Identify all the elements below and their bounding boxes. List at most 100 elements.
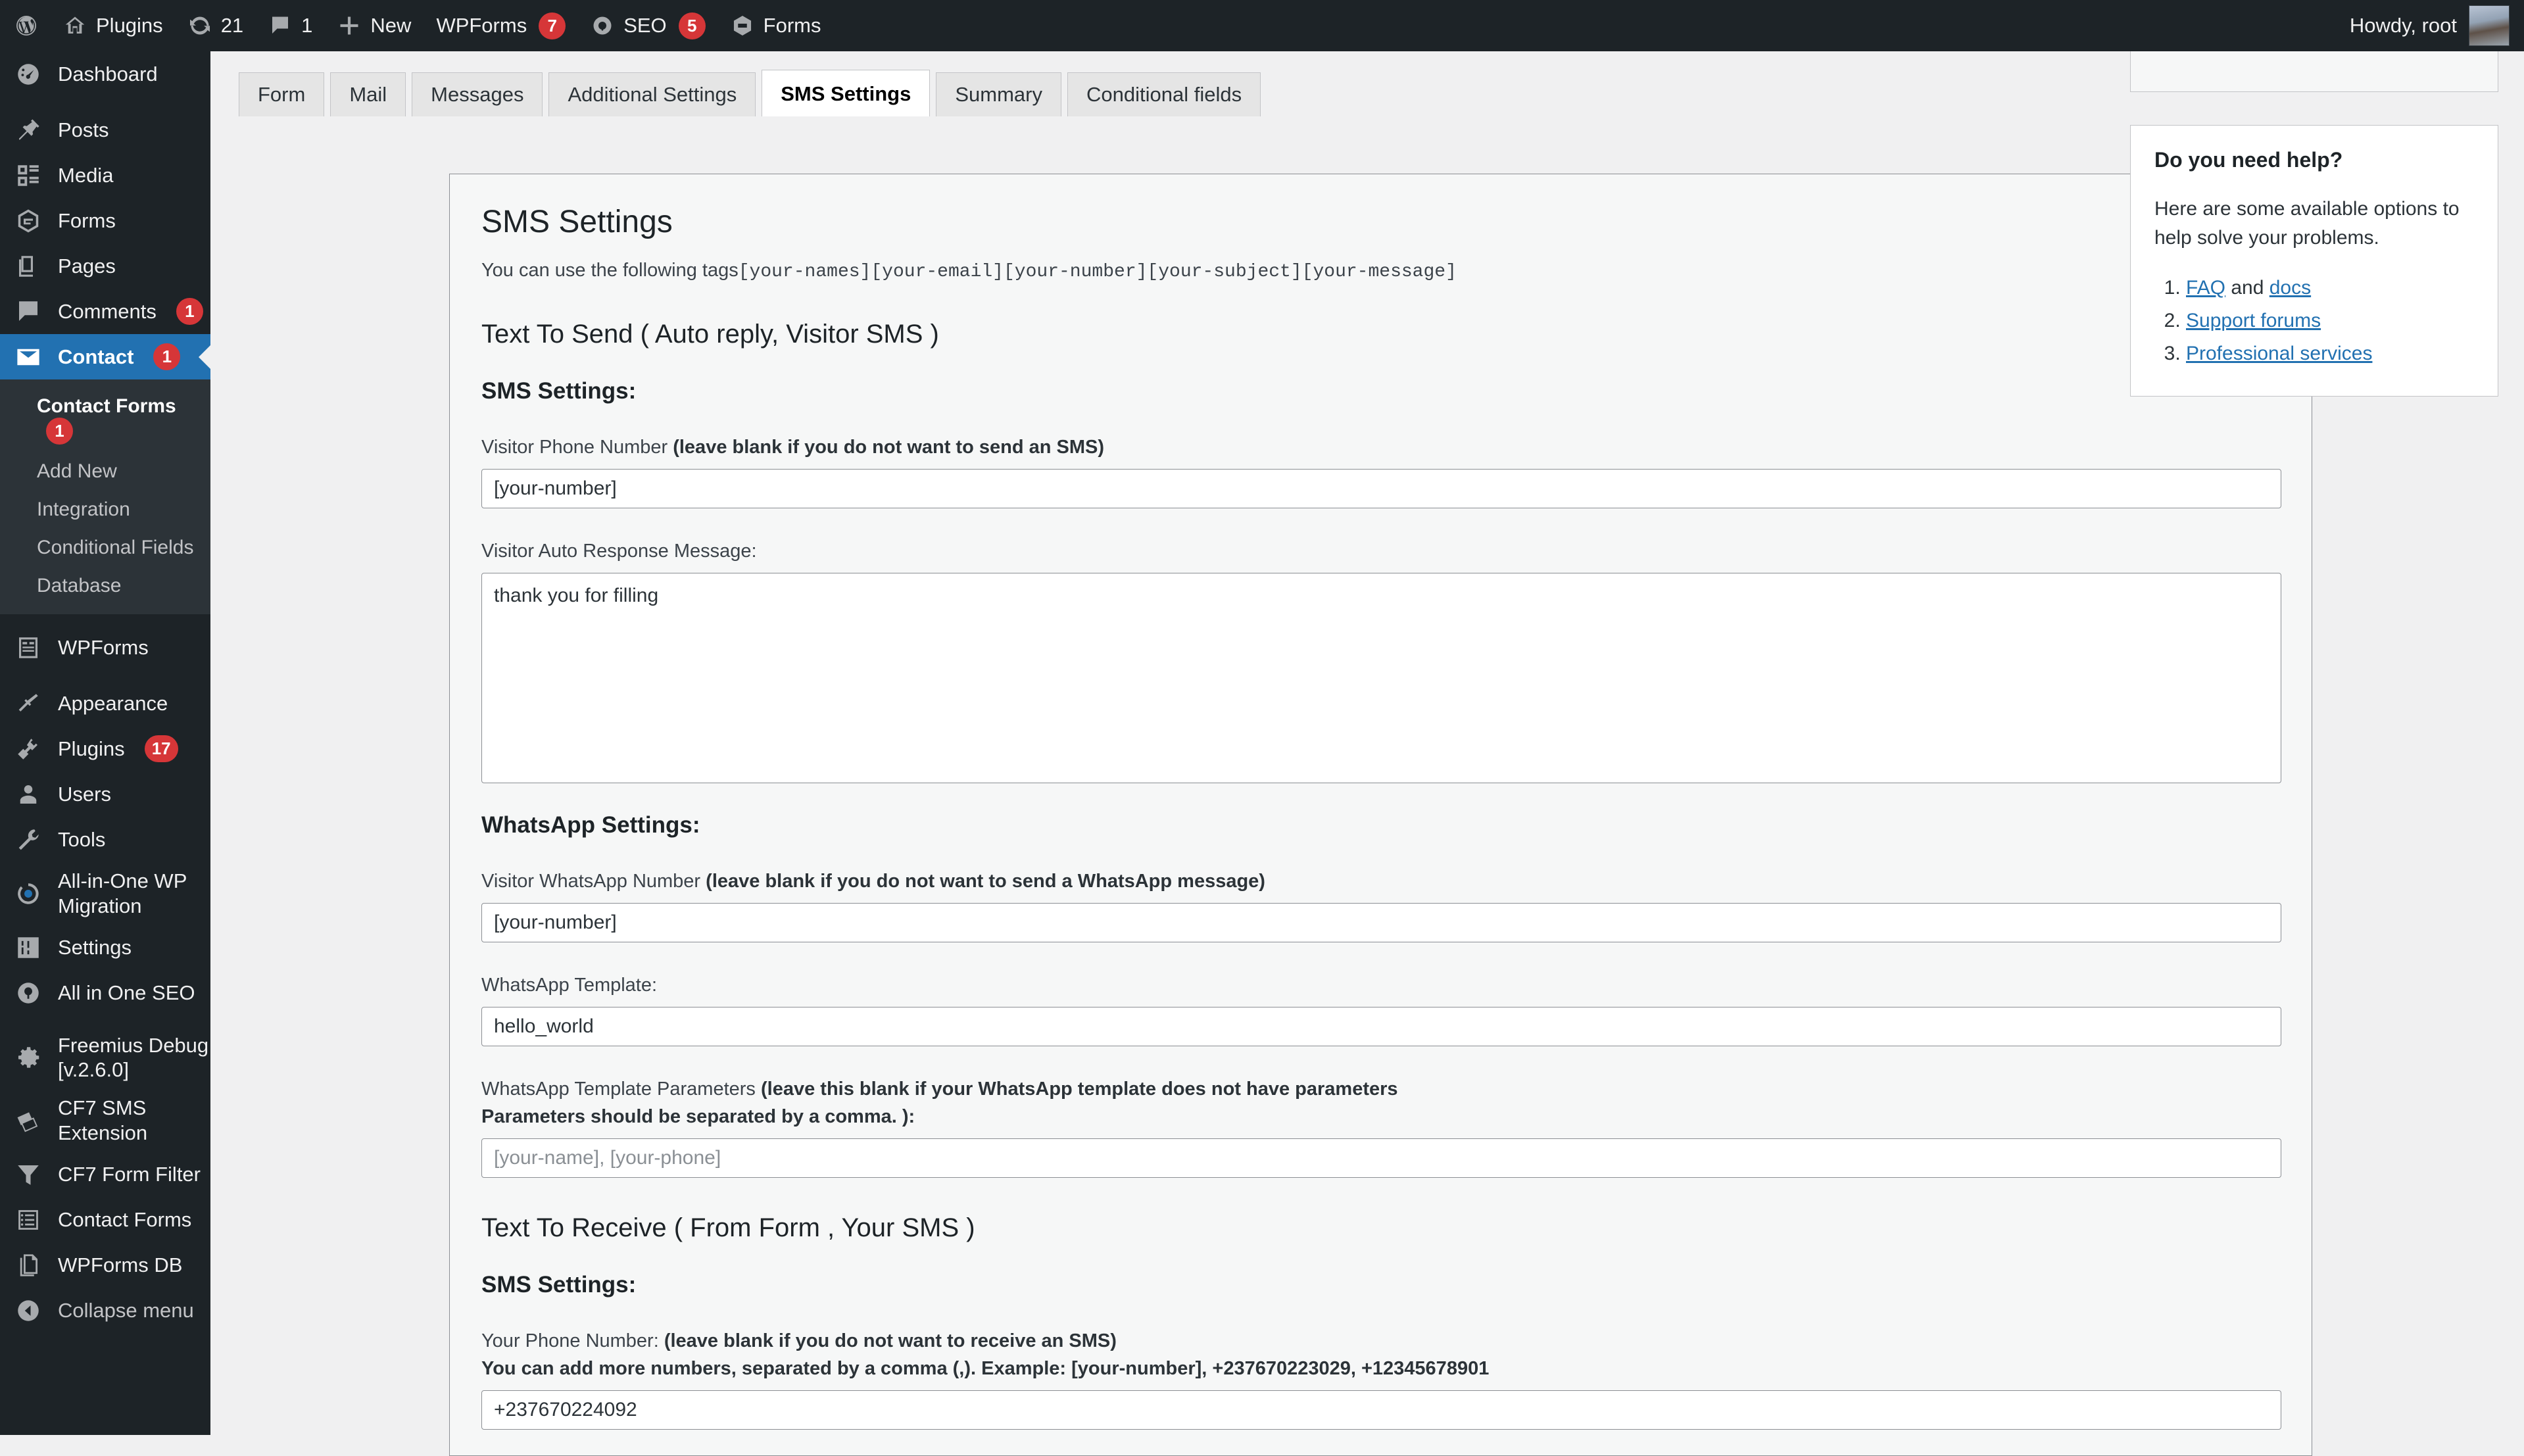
- sidebar-item-dashboard[interactable]: Dashboard: [0, 51, 210, 97]
- sidebar-item-pages[interactable]: Pages: [0, 243, 210, 289]
- tab-sms-settings[interactable]: SMS Settings: [762, 70, 931, 117]
- whatsapp-settings-heading: WhatsApp Settings:: [481, 812, 700, 838]
- sidebar-item-contact[interactable]: Contact 1: [0, 334, 211, 379]
- admin-sidebar: Dashboard Posts Media Forms Pages Commen…: [0, 51, 211, 1435]
- aioseo-icon: [591, 14, 614, 37]
- whatsapp-number-input[interactable]: [481, 903, 2281, 943]
- sidebar-item-contact-forms-plugin[interactable]: Contact Forms: [0, 1198, 210, 1243]
- new-content-label: New: [370, 14, 412, 37]
- visitor-response-label: Visitor Auto Response Message:: [481, 541, 757, 562]
- available-tags-intro: You can use the following tags: [481, 259, 739, 281]
- menu-separator: [0, 670, 210, 681]
- sidebar-item-label: Comments: [58, 299, 157, 323]
- sidebar-item-all-in-one-wp-migration[interactable]: All-in-One WP Migration: [0, 862, 210, 925]
- howdy-button[interactable]: Howdy, root: [2335, 0, 2457, 51]
- sidebar-item-wpforms[interactable]: WPForms: [0, 625, 210, 670]
- sidebar-item-freemius-debug[interactable]: Freemius Debug [v.2.6.0]: [0, 1027, 210, 1090]
- admin-bar: Plugins 21 1 New WPForms 7 SEO 5 Forms H…: [0, 0, 2524, 51]
- tab-messages[interactable]: Messages: [412, 72, 543, 117]
- whatsapp-params-label-plain: WhatsApp Template Parameters: [481, 1079, 761, 1100]
- comments-badge: 1: [176, 298, 203, 325]
- sidebar-item-wpforms-db[interactable]: WPForms DB: [0, 1243, 210, 1288]
- updates-button[interactable]: 21: [176, 0, 256, 51]
- collapse-menu-button[interactable]: Collapse menu: [0, 1288, 210, 1334]
- sidebar-item-all-in-one-seo[interactable]: All in One SEO: [0, 971, 210, 1016]
- page-title: SMS Settings: [481, 205, 673, 239]
- aioseo-icon: [14, 979, 46, 1007]
- submenu-item-contact-forms[interactable]: Contact Forms 1: [0, 387, 210, 452]
- wpforms-admin-label: WPForms: [436, 14, 527, 37]
- seo-admin-button[interactable]: SEO 5: [578, 0, 717, 51]
- visitor-auto-response-textarea[interactable]: [481, 573, 2281, 784]
- sidebar-item-media[interactable]: Media: [0, 153, 210, 198]
- sidebar-item-settings[interactable]: Settings: [0, 925, 210, 971]
- migration-icon: [14, 880, 46, 908]
- forms-icon: [14, 207, 46, 235]
- available-tags-list: [your-names][your-email][your-number][yo…: [738, 261, 1457, 282]
- plugins-icon: [14, 735, 46, 763]
- your-phone-label-bold: (leave blank if you do not want to recei…: [664, 1330, 1117, 1352]
- settings-tabs: Form Mail Messages Additional Settings S…: [239, 69, 1261, 117]
- support-forums-link[interactable]: Support forums: [2186, 310, 2321, 331]
- home-icon: [63, 14, 87, 37]
- chevron-left-icon: [14, 1297, 46, 1324]
- submenu-item-integration[interactable]: Integration: [0, 491, 210, 529]
- sidebar-item-comments[interactable]: Comments 1: [0, 289, 210, 334]
- tab-form[interactable]: Form: [239, 72, 325, 117]
- text-to-send-heading: Text To Send ( Auto reply, Visitor SMS ): [481, 319, 939, 349]
- sidebar-item-label: All in One SEO: [58, 981, 195, 1005]
- sidebar-item-tools[interactable]: Tools: [0, 817, 210, 862]
- list-item: Support forums: [2186, 304, 2474, 337]
- help-panel: Do you need help? Here are some availabl…: [2130, 125, 2498, 397]
- howdy-label: Howdy, root: [2349, 14, 2457, 37]
- whatsapp-template-label: WhatsApp Template:: [481, 975, 658, 996]
- avatar[interactable]: [2469, 5, 2510, 46]
- sidebar-item-label: Pages: [58, 254, 116, 278]
- sidebar-item-label: Freemius Debug [v.2.6.0]: [58, 1033, 209, 1082]
- list-icon: [14, 1206, 46, 1234]
- sidebar-item-users[interactable]: Users: [0, 771, 210, 817]
- wordpress-icon: [14, 14, 38, 37]
- sidebar-item-forms[interactable]: Forms: [0, 198, 210, 243]
- comments-button[interactable]: 1: [256, 0, 325, 51]
- sidebar-item-posts[interactable]: Posts: [0, 107, 210, 153]
- media-icon: [14, 162, 46, 189]
- site-name-button[interactable]: Plugins: [51, 0, 176, 51]
- sidebar-item-cf7-form-filter[interactable]: CF7 Form Filter: [0, 1152, 210, 1198]
- submenu-item-database[interactable]: Database: [0, 567, 210, 605]
- sidebar-item-label: Media: [58, 163, 114, 187]
- submenu-item-label: Contact Forms: [37, 395, 176, 417]
- seo-admin-label: SEO: [623, 14, 667, 37]
- forms-admin-button[interactable]: Forms: [718, 0, 834, 51]
- tab-mail[interactable]: Mail: [330, 72, 406, 117]
- send-sms-settings-heading: SMS Settings:: [481, 377, 637, 404]
- sidebar-item-label: Users: [58, 782, 111, 806]
- sidebar-item-label: Plugins: [58, 737, 125, 760]
- docs-link[interactable]: docs: [2269, 277, 2311, 299]
- tab-summary[interactable]: Summary: [936, 72, 1061, 117]
- pages-icon: [14, 253, 46, 280]
- your-phone-input[interactable]: [481, 1390, 2281, 1430]
- admin-bar-right: Howdy, root: [2335, 0, 2524, 51]
- sidebar-item-appearance[interactable]: Appearance: [0, 681, 210, 726]
- submenu-item-add-new[interactable]: Add New: [0, 452, 210, 491]
- visitor-phone-label-plain: Visitor Phone Number: [481, 436, 673, 458]
- your-phone-label: Your Phone Number: (leave blank if you d…: [481, 1327, 2280, 1382]
- content-area: Form Mail Messages Additional Settings S…: [210, 20, 2524, 1456]
- contact-badge: 1: [153, 343, 181, 370]
- wpforms-admin-button[interactable]: WPForms 7: [424, 0, 578, 51]
- professional-services-link[interactable]: Professional services: [2186, 343, 2372, 364]
- faq-link[interactable]: FAQ: [2186, 277, 2225, 299]
- whatsapp-params-input[interactable]: [481, 1138, 2281, 1178]
- tab-conditional-fields[interactable]: Conditional fields: [1067, 72, 1261, 117]
- visitor-phone-input[interactable]: [481, 469, 2281, 509]
- wordpress-logo-button[interactable]: [0, 0, 51, 51]
- whatsapp-template-input[interactable]: [481, 1007, 2281, 1047]
- sidebar-item-cf7-sms-extension[interactable]: CF7 SMS Extension: [0, 1089, 210, 1152]
- new-content-button[interactable]: New: [325, 0, 424, 51]
- submenu-item-conditional-fields[interactable]: Conditional Fields: [0, 529, 210, 567]
- sidebar-item-plugins[interactable]: Plugins 17: [0, 726, 210, 771]
- tab-additional-settings[interactable]: Additional Settings: [548, 72, 756, 117]
- gear-icon: [14, 1044, 46, 1071]
- pin-icon: [14, 116, 46, 144]
